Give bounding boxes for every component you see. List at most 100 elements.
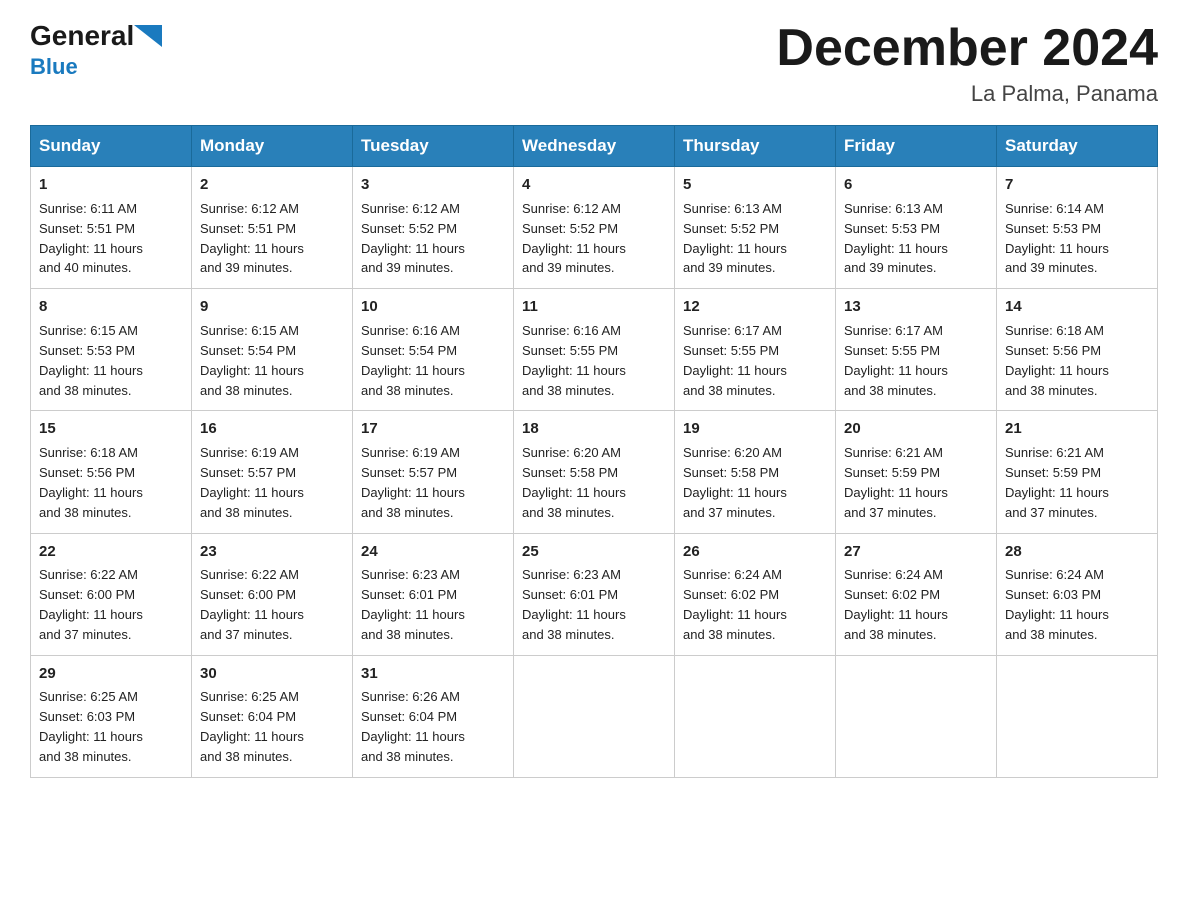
table-row: 6 Sunrise: 6:13 AMSunset: 5:53 PMDaylight…: [836, 167, 997, 289]
table-row: 30 Sunrise: 6:25 AMSunset: 6:04 PMDayligh…: [192, 655, 353, 777]
table-row: 1 Sunrise: 6:11 AMSunset: 5:51 PMDaylight…: [31, 167, 192, 289]
day-info: Sunrise: 6:23 AMSunset: 6:01 PMDaylight:…: [361, 567, 465, 642]
day-number: 9: [200, 296, 344, 318]
calendar-week-row: 22 Sunrise: 6:22 AMSunset: 6:00 PMDayligh…: [31, 533, 1158, 655]
calendar-week-row: 29Sunrise: 6:25 AMSunset: 6:03 PMDayligh…: [31, 655, 1158, 777]
day-info: Sunrise: 6:22 AMSunset: 6:00 PMDaylight:…: [39, 567, 143, 642]
day-number: 24: [361, 541, 505, 563]
table-row: 29Sunrise: 6:25 AMSunset: 6:03 PMDayligh…: [31, 655, 192, 777]
table-row: 11 Sunrise: 6:16 AMSunset: 5:55 PMDayligh…: [514, 289, 675, 411]
day-number: 30: [200, 663, 344, 685]
day-number: 3: [361, 174, 505, 196]
table-row: 23 Sunrise: 6:22 AMSunset: 6:00 PMDayligh…: [192, 533, 353, 655]
day-number: 21: [1005, 418, 1149, 440]
day-number: 13: [844, 296, 988, 318]
title-section: December 2024 La Palma, Panama: [776, 20, 1158, 107]
day-number: 20: [844, 418, 988, 440]
table-row: 15 Sunrise: 6:18 AMSunset: 5:56 PMDayligh…: [31, 411, 192, 533]
col-friday: Friday: [836, 126, 997, 167]
col-wednesday: Wednesday: [514, 126, 675, 167]
day-info: Sunrise: 6:19 AMSunset: 5:57 PMDaylight:…: [361, 445, 465, 520]
day-info: Sunrise: 6:18 AMSunset: 5:56 PMDaylight:…: [1005, 323, 1109, 398]
day-info: Sunrise: 6:25 AMSunset: 6:04 PMDaylight:…: [200, 689, 304, 764]
table-row: [836, 655, 997, 777]
day-info: Sunrise: 6:24 AMSunset: 6:02 PMDaylight:…: [844, 567, 948, 642]
day-number: 27: [844, 541, 988, 563]
day-number: 22: [39, 541, 183, 563]
day-info: Sunrise: 6:12 AMSunset: 5:52 PMDaylight:…: [361, 201, 465, 276]
table-row: 10Sunrise: 6:16 AMSunset: 5:54 PMDayligh…: [353, 289, 514, 411]
table-row: 2 Sunrise: 6:12 AMSunset: 5:51 PMDaylight…: [192, 167, 353, 289]
table-row: 18Sunrise: 6:20 AMSunset: 5:58 PMDayligh…: [514, 411, 675, 533]
day-number: 16: [200, 418, 344, 440]
day-number: 28: [1005, 541, 1149, 563]
logo-blue-text: Blue: [30, 54, 78, 79]
day-number: 15: [39, 418, 183, 440]
logo-triangle-icon: [134, 25, 162, 47]
calendar-week-row: 15 Sunrise: 6:18 AMSunset: 5:56 PMDayligh…: [31, 411, 1158, 533]
day-info: Sunrise: 6:21 AMSunset: 5:59 PMDaylight:…: [1005, 445, 1109, 520]
col-saturday: Saturday: [997, 126, 1158, 167]
day-number: 1: [39, 174, 183, 196]
day-info: Sunrise: 6:20 AMSunset: 5:58 PMDaylight:…: [683, 445, 787, 520]
day-info: Sunrise: 6:17 AMSunset: 5:55 PMDaylight:…: [683, 323, 787, 398]
table-row: 21 Sunrise: 6:21 AMSunset: 5:59 PMDayligh…: [997, 411, 1158, 533]
day-info: Sunrise: 6:17 AMSunset: 5:55 PMDaylight:…: [844, 323, 948, 398]
table-row: [675, 655, 836, 777]
day-number: 19: [683, 418, 827, 440]
day-info: Sunrise: 6:15 AMSunset: 5:53 PMDaylight:…: [39, 323, 143, 398]
day-info: Sunrise: 6:22 AMSunset: 6:00 PMDaylight:…: [200, 567, 304, 642]
day-info: Sunrise: 6:26 AMSunset: 6:04 PMDaylight:…: [361, 689, 465, 764]
table-row: 27 Sunrise: 6:24 AMSunset: 6:02 PMDayligh…: [836, 533, 997, 655]
day-info: Sunrise: 6:13 AMSunset: 5:53 PMDaylight:…: [844, 201, 948, 276]
day-info: Sunrise: 6:25 AMSunset: 6:03 PMDaylight:…: [39, 689, 143, 764]
day-number: 10: [361, 296, 505, 318]
table-row: 25 Sunrise: 6:23 AMSunset: 6:01 PMDayligh…: [514, 533, 675, 655]
day-info: Sunrise: 6:12 AMSunset: 5:52 PMDaylight:…: [522, 201, 626, 276]
month-title: December 2024: [776, 20, 1158, 77]
day-number: 8: [39, 296, 183, 318]
table-row: [514, 655, 675, 777]
table-row: 17Sunrise: 6:19 AMSunset: 5:57 PMDayligh…: [353, 411, 514, 533]
day-number: 23: [200, 541, 344, 563]
calendar-week-row: 8 Sunrise: 6:15 AMSunset: 5:53 PMDaylight…: [31, 289, 1158, 411]
page-header: General Blue December 2024 La Palma, Pan…: [30, 20, 1158, 107]
day-info: Sunrise: 6:18 AMSunset: 5:56 PMDaylight:…: [39, 445, 143, 520]
day-number: 6: [844, 174, 988, 196]
day-info: Sunrise: 6:20 AMSunset: 5:58 PMDaylight:…: [522, 445, 626, 520]
day-info: Sunrise: 6:23 AMSunset: 6:01 PMDaylight:…: [522, 567, 626, 642]
table-row: 22 Sunrise: 6:22 AMSunset: 6:00 PMDayligh…: [31, 533, 192, 655]
day-number: 14: [1005, 296, 1149, 318]
table-row: 3 Sunrise: 6:12 AMSunset: 5:52 PMDaylight…: [353, 167, 514, 289]
day-number: 31: [361, 663, 505, 685]
day-number: 2: [200, 174, 344, 196]
location-text: La Palma, Panama: [776, 81, 1158, 107]
day-info: Sunrise: 6:16 AMSunset: 5:55 PMDaylight:…: [522, 323, 626, 398]
table-row: 31 Sunrise: 6:26 AMSunset: 6:04 PMDayligh…: [353, 655, 514, 777]
col-tuesday: Tuesday: [353, 126, 514, 167]
table-row: 19 Sunrise: 6:20 AMSunset: 5:58 PMDayligh…: [675, 411, 836, 533]
table-row: 24 Sunrise: 6:23 AMSunset: 6:01 PMDayligh…: [353, 533, 514, 655]
day-info: Sunrise: 6:24 AMSunset: 6:03 PMDaylight:…: [1005, 567, 1109, 642]
table-row: 5Sunrise: 6:13 AMSunset: 5:52 PMDaylight…: [675, 167, 836, 289]
table-row: 28 Sunrise: 6:24 AMSunset: 6:03 PMDayligh…: [997, 533, 1158, 655]
day-info: Sunrise: 6:15 AMSunset: 5:54 PMDaylight:…: [200, 323, 304, 398]
col-monday: Monday: [192, 126, 353, 167]
calendar-week-row: 1 Sunrise: 6:11 AMSunset: 5:51 PMDaylight…: [31, 167, 1158, 289]
table-row: 16Sunrise: 6:19 AMSunset: 5:57 PMDayligh…: [192, 411, 353, 533]
col-thursday: Thursday: [675, 126, 836, 167]
table-row: 20 Sunrise: 6:21 AMSunset: 5:59 PMDayligh…: [836, 411, 997, 533]
calendar-header-row: Sunday Monday Tuesday Wednesday Thursday…: [31, 126, 1158, 167]
day-info: Sunrise: 6:14 AMSunset: 5:53 PMDaylight:…: [1005, 201, 1109, 276]
day-info: Sunrise: 6:12 AMSunset: 5:51 PMDaylight:…: [200, 201, 304, 276]
day-info: Sunrise: 6:11 AMSunset: 5:51 PMDaylight:…: [39, 201, 143, 276]
table-row: 9 Sunrise: 6:15 AMSunset: 5:54 PMDaylight…: [192, 289, 353, 411]
day-number: 11: [522, 296, 666, 318]
day-number: 7: [1005, 174, 1149, 196]
day-info: Sunrise: 6:13 AMSunset: 5:52 PMDaylight:…: [683, 201, 787, 276]
day-number: 25: [522, 541, 666, 563]
table-row: 13 Sunrise: 6:17 AMSunset: 5:55 PMDayligh…: [836, 289, 997, 411]
calendar-table: Sunday Monday Tuesday Wednesday Thursday…: [30, 125, 1158, 778]
day-info: Sunrise: 6:21 AMSunset: 5:59 PMDaylight:…: [844, 445, 948, 520]
table-row: 4Sunrise: 6:12 AMSunset: 5:52 PMDaylight…: [514, 167, 675, 289]
